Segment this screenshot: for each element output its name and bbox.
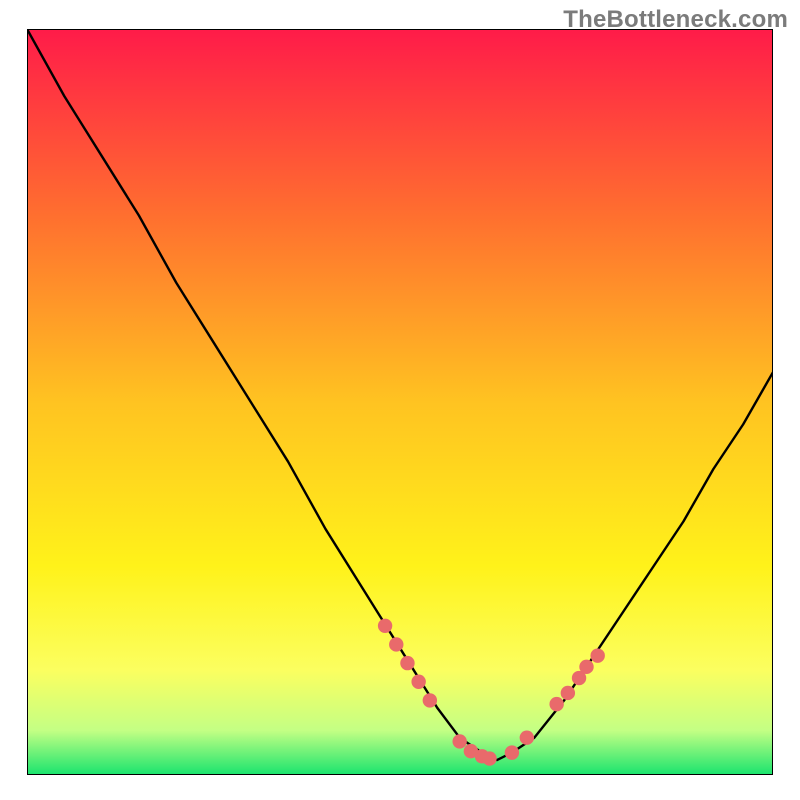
bottleneck-chart (27, 29, 773, 775)
marker-point (482, 751, 496, 765)
marker-point (579, 660, 593, 674)
marker-point (378, 619, 392, 633)
marker-point (452, 734, 466, 748)
marker-point (549, 697, 563, 711)
marker-point (520, 731, 534, 745)
marker-point (505, 745, 519, 759)
marker-point (561, 686, 575, 700)
marker-point (423, 693, 437, 707)
chart-svg (27, 29, 773, 775)
marker-point (400, 656, 414, 670)
marker-point (590, 648, 604, 662)
marker-point (411, 675, 425, 689)
marker-point (389, 637, 403, 651)
chart-background (27, 29, 773, 775)
